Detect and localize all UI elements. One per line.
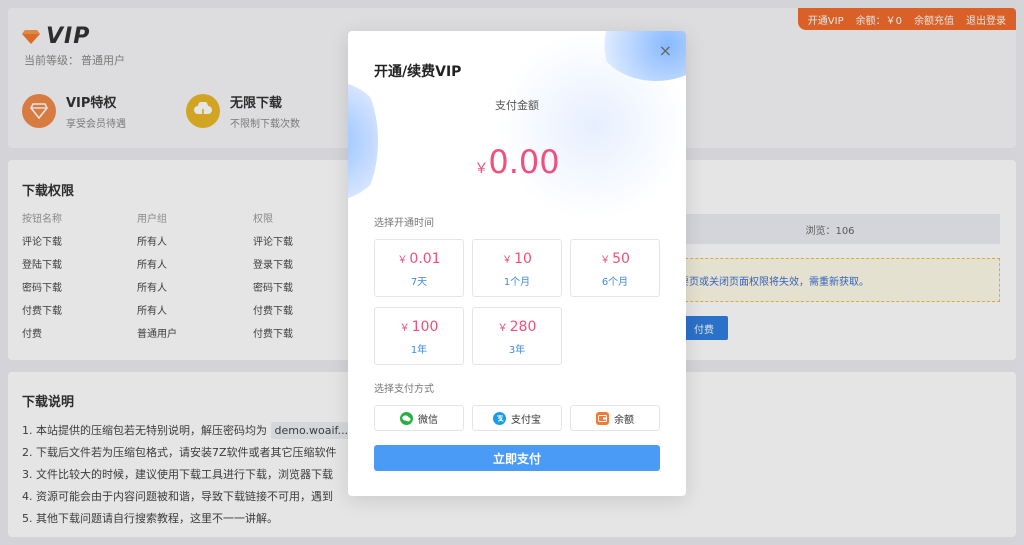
wallet-icon xyxy=(596,411,609,425)
plan-price: ￥ 50 xyxy=(571,251,659,267)
modal-title: 开通/续费VIP xyxy=(374,64,462,80)
plan-price: ￥ 10 xyxy=(473,251,561,267)
currency-symbol: ￥ xyxy=(600,255,611,266)
plan-option-3y[interactable]: ￥ 280 3年 xyxy=(472,307,562,365)
pay-now-button[interactable]: 立即支付 xyxy=(374,445,660,471)
plan-price: ￥ 0.01 xyxy=(375,251,463,267)
pay-method-label: 支付宝 xyxy=(511,414,541,426)
currency-symbol: ￥ xyxy=(399,323,410,334)
pay-method-wechat[interactable]: 微信 xyxy=(374,405,464,431)
wechat-icon xyxy=(400,411,413,425)
pay-method-label: 微信 xyxy=(418,414,438,426)
currency-symbol: ￥ xyxy=(502,255,513,266)
pay-method-alipay[interactable]: 支付宝 xyxy=(472,405,562,431)
close-icon[interactable]: × xyxy=(659,41,672,60)
plan-price-value: 100 xyxy=(411,319,439,335)
plan-option-7d[interactable]: ￥ 0.01 7天 xyxy=(374,239,464,297)
plan-option-1m[interactable]: ￥ 10 1个月 xyxy=(472,239,562,297)
alipay-icon xyxy=(493,411,506,425)
currency-symbol: ￥ xyxy=(397,255,408,266)
plan-duration: 3年 xyxy=(508,345,526,356)
pay-method-balance[interactable]: 余额 xyxy=(570,405,660,431)
decorative-blob xyxy=(348,71,378,211)
currency-symbol: ￥ xyxy=(497,323,508,334)
plan-price-value: 0.01 xyxy=(409,251,441,267)
plan-duration: 6个月 xyxy=(601,277,629,288)
plan-duration: 7天 xyxy=(410,277,428,288)
payment-amount: ￥0.00 xyxy=(348,143,686,181)
plan-price: ￥ 100 xyxy=(375,319,463,335)
pay-method-label: 余额 xyxy=(614,414,634,426)
currency-symbol: ￥ xyxy=(474,161,489,177)
plan-price-value: 10 xyxy=(514,251,532,267)
plan-price-value: 280 xyxy=(509,319,537,335)
method-label: 选择支付方式 xyxy=(374,384,434,395)
plan-duration: 1年 xyxy=(410,345,428,356)
plan-option-1y[interactable]: ￥ 100 1年 xyxy=(374,307,464,365)
period-label: 选择开通时间 xyxy=(374,218,434,229)
amount-value: 0.00 xyxy=(488,143,560,181)
plan-duration: 1个月 xyxy=(503,277,531,288)
plan-price-value: 50 xyxy=(612,251,630,267)
plan-option-6m[interactable]: ￥ 50 6个月 xyxy=(570,239,660,297)
plan-price: ￥ 280 xyxy=(473,319,561,335)
vip-payment-modal: 开通/续费VIP × 支付金额 ￥0.00 选择开通时间 ￥ 0.01 7天 ￥ 1… xyxy=(348,31,686,496)
amount-label: 支付金额 xyxy=(495,99,539,112)
